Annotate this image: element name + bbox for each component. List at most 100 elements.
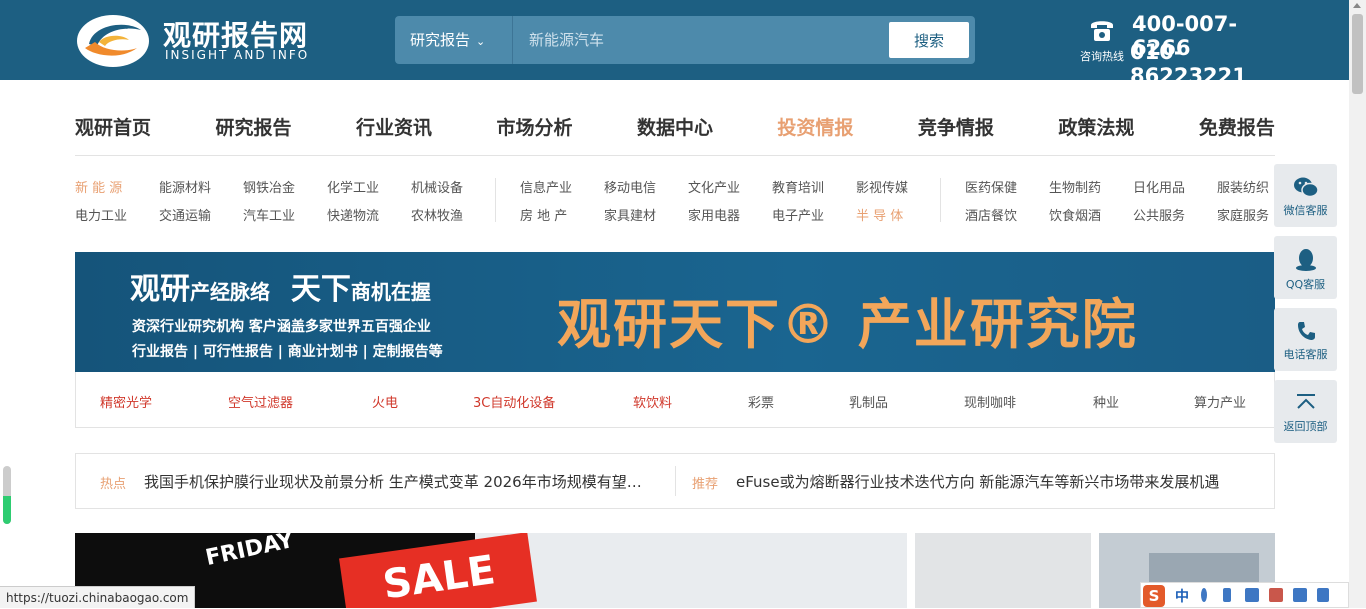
side-wechat-service[interactable]: 微信客服 <box>1274 164 1337 227</box>
link-status-bar: https://tuozi.chinabaogao.com <box>0 586 196 608</box>
category-link[interactable]: 医药保健 <box>965 177 1049 196</box>
scrollbar-thumb[interactable] <box>1352 14 1363 94</box>
industry-tag[interactable]: 空气过滤器 <box>228 392 293 411</box>
industry-tag[interactable]: 3C自动化设备 <box>473 392 555 411</box>
category-link[interactable]: 生物制药 <box>1049 177 1133 196</box>
category-link[interactable]: 电子产业 <box>772 205 856 224</box>
category-link[interactable]: 汽车工业 <box>243 205 327 224</box>
category-link[interactable]: 新 能 源 <box>75 177 159 196</box>
banner-services: 行业报告 | 可行性报告 | 商业计划书 | 定制报告等 <box>132 344 443 360</box>
category-link[interactable]: 公共服务 <box>1133 205 1217 224</box>
recommend-label: 推荐 <box>692 477 719 492</box>
category-link[interactable]: 交通运输 <box>159 205 243 224</box>
nav-investment-intel[interactable]: 投资情报 <box>777 100 853 155</box>
logo-emblem-icon <box>77 15 149 67</box>
category-link[interactable]: 移动电信 <box>604 177 688 196</box>
industry-tag[interactable]: 种业 <box>1093 392 1119 411</box>
side-label: 电话客服 <box>1283 348 1328 361</box>
category-group-2: 信息产业 移动电信 文化产业 教育培训 影视传媒 房 地 产 家具建材 家用电器… <box>520 172 940 228</box>
ime-toolbar[interactable]: S 中 <box>1140 582 1349 608</box>
industry-tag[interactable]: 火电 <box>372 392 398 411</box>
search-bar: 研究报告 ⌄ 搜索 <box>395 16 975 64</box>
search-button[interactable]: 搜索 <box>889 22 969 58</box>
side-label: QQ客服 <box>1285 278 1326 291</box>
category-link[interactable]: 快递物流 <box>327 205 411 224</box>
category-link[interactable]: 化学工业 <box>327 177 411 196</box>
category-link[interactable]: 日化用品 <box>1133 177 1217 196</box>
hotline-label: 咨询热线 <box>1080 50 1124 63</box>
banner-slogan-part: 天下 <box>290 272 351 307</box>
telephone-icon <box>1091 21 1113 41</box>
side-label: 微信客服 <box>1283 204 1328 217</box>
hot-news-link[interactable]: 我国手机保护膜行业现状及前景分析 生产模式变革 2026年市场规模有望突破 <box>144 471 656 492</box>
page-scrollbar[interactable] <box>1349 0 1366 608</box>
search-input[interactable] <box>517 24 877 56</box>
category-divider <box>940 178 941 222</box>
hotline-number-2: 010-86223221 <box>1130 40 1247 88</box>
nav-competition-intel[interactable]: 竞争情报 <box>918 100 994 155</box>
category-link[interactable]: 半 导 体 <box>856 205 940 224</box>
nav-industry-news[interactable]: 行业资讯 <box>356 100 432 155</box>
nav-free-reports[interactable]: 免费报告 <box>1199 100 1275 155</box>
category-link[interactable]: 家具建材 <box>604 205 688 224</box>
side-qq-service[interactable]: QQ客服 <box>1274 236 1337 299</box>
side-back-to-top[interactable]: 返回顶部 <box>1274 380 1337 443</box>
category-link[interactable]: 信息产业 <box>520 177 604 196</box>
category-link[interactable]: 教育培训 <box>772 177 856 196</box>
promo-carousel-image[interactable]: FRIDAY SALE <box>75 533 907 608</box>
industry-tag[interactable]: 算力产业 <box>1194 392 1246 411</box>
microphone-icon[interactable] <box>1223 588 1231 602</box>
banner-title: 观研天下® 产业研究院 <box>557 293 1138 356</box>
search-type-dropdown[interactable]: 研究报告 ⌄ <box>395 16 513 64</box>
qq-icon <box>1295 249 1316 271</box>
punctuation-icon[interactable] <box>1201 588 1207 602</box>
nav-research-reports[interactable]: 研究报告 <box>215 100 291 155</box>
hotline: 400-007-6266 咨询热线 010-86223221 <box>1080 10 1280 88</box>
scroll-up-arrow-icon[interactable] <box>1353 3 1361 8</box>
industry-category-nav: 新 能 源 能源材料 钢铁冶金 化学工业 机械设备 电力工业 交通运输 汽车工业… <box>75 172 1275 228</box>
industry-tag[interactable]: 彩票 <box>748 392 774 411</box>
keyboard-icon[interactable] <box>1245 588 1259 602</box>
ime-mode-label[interactable]: 中 <box>1175 586 1189 606</box>
gamepad-icon[interactable] <box>1293 588 1307 602</box>
category-link[interactable]: 电力工业 <box>75 205 159 224</box>
sogou-ime-logo-icon[interactable]: S <box>1143 585 1165 607</box>
news-ticker: 热点 我国手机保护膜行业现状及前景分析 生产模式变革 2026年市场规模有望突破… <box>75 453 1275 509</box>
category-link[interactable]: 钢铁冶金 <box>243 177 327 196</box>
category-link[interactable]: 房 地 产 <box>520 205 604 224</box>
search-type-label: 研究报告 <box>410 31 471 49</box>
chevron-down-icon: ⌄ <box>476 35 486 48</box>
toolbox-icon[interactable] <box>1317 588 1329 602</box>
promo-thumbnail[interactable] <box>915 533 1091 608</box>
category-group-3: 医药保健 生物制药 日化用品 服装纺织 酒店餐饮 饮食烟酒 公共服务 家庭服务 <box>965 172 1301 228</box>
promo-sale-text: SALE <box>380 547 498 608</box>
news-divider <box>675 466 676 496</box>
banner-slogan: 观研产经脉络 天下商机在握 <box>130 264 431 308</box>
site-logo[interactable]: 观研报告网 INSIGHT AND INFO <box>75 12 325 70</box>
nav-policy[interactable]: 政策法规 <box>1058 100 1134 155</box>
side-phone-service[interactable]: 电话客服 <box>1274 308 1337 371</box>
category-link[interactable]: 家用电器 <box>688 205 772 224</box>
recommend-news-link[interactable]: eFuse或为熔断器行业技术迭代方向 新能源汽车等新兴市场带来发展机遇 <box>736 471 1256 492</box>
category-link[interactable]: 机械设备 <box>411 177 495 196</box>
left-progress-fill <box>3 496 11 524</box>
nav-market-analysis[interactable]: 市场分析 <box>496 100 572 155</box>
category-link[interactable]: 文化产业 <box>688 177 772 196</box>
hot-industry-tags: 精密光学 空气过滤器 火电 3C自动化设备 软饮料 彩票 乳制品 现制咖啡 种业… <box>75 372 1275 428</box>
industry-tag[interactable]: 精密光学 <box>100 392 152 411</box>
category-link[interactable]: 农林牧渔 <box>411 205 495 224</box>
hero-banner[interactable]: 观研产经脉络 天下商机在握 资深行业研究机构 客户涵盖多家世界五百强企业 行业报… <box>75 252 1275 372</box>
banner-tagline: 资深行业研究机构 客户涵盖多家世界五百强企业 <box>132 319 431 335</box>
category-link[interactable]: 能源材料 <box>159 177 243 196</box>
category-link[interactable]: 饮食烟酒 <box>1049 205 1133 224</box>
industry-tag[interactable]: 乳制品 <box>849 392 888 411</box>
category-link[interactable]: 酒店餐饮 <box>965 205 1049 224</box>
nav-data-center[interactable]: 数据中心 <box>637 100 713 155</box>
industry-tag[interactable]: 现制咖啡 <box>964 392 1016 411</box>
nav-home[interactable]: 观研首页 <box>75 100 151 155</box>
logo-text-en: INSIGHT AND INFO <box>165 48 310 62</box>
category-link[interactable]: 影视传媒 <box>856 177 940 196</box>
skin-icon[interactable] <box>1269 588 1283 602</box>
side-label: 返回顶部 <box>1283 420 1328 433</box>
industry-tag[interactable]: 软饮料 <box>633 392 672 411</box>
